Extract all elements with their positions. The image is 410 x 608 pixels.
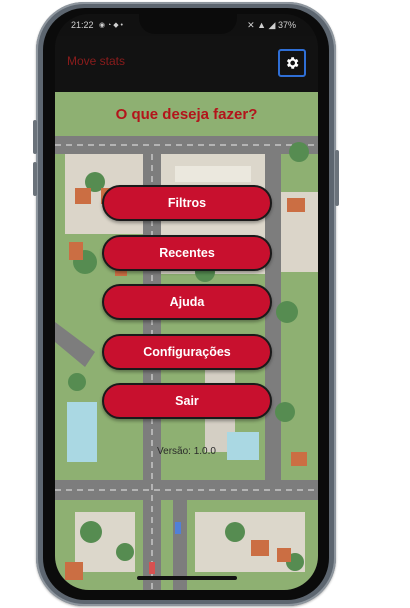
phone-side-button (33, 120, 37, 154)
app-bar: Move stats (55, 36, 318, 92)
status-time: 21:22 (71, 20, 94, 30)
app-title: Move stats (67, 54, 126, 68)
status-right-icons: ✕ ▲ ◢ 37% (247, 19, 296, 30)
settings-button[interactable] (278, 49, 306, 77)
filters-button[interactable]: Filtros (102, 185, 272, 221)
version-label: Versão: 1.0.0 (157, 446, 216, 457)
settings-menu-button[interactable]: Configurações (102, 334, 272, 370)
exit-button[interactable]: Sair (102, 383, 272, 419)
help-button[interactable]: Ajuda (102, 284, 272, 320)
phone-power-button (335, 150, 339, 206)
gear-icon (286, 57, 299, 69)
camera-notch (139, 14, 237, 34)
phone-side-button (33, 162, 37, 196)
phone-screen: 21:22 ◉ ◔ ◆ • ✕ ▲ ◢ 37% Move stats O que… (55, 14, 318, 590)
recent-button[interactable]: Recentes (102, 235, 272, 271)
status-left-icons: ◉ ◔ ◆ • (99, 22, 124, 29)
page-question: O que deseja fazer? (115, 106, 258, 123)
home-indicator[interactable] (137, 576, 237, 580)
